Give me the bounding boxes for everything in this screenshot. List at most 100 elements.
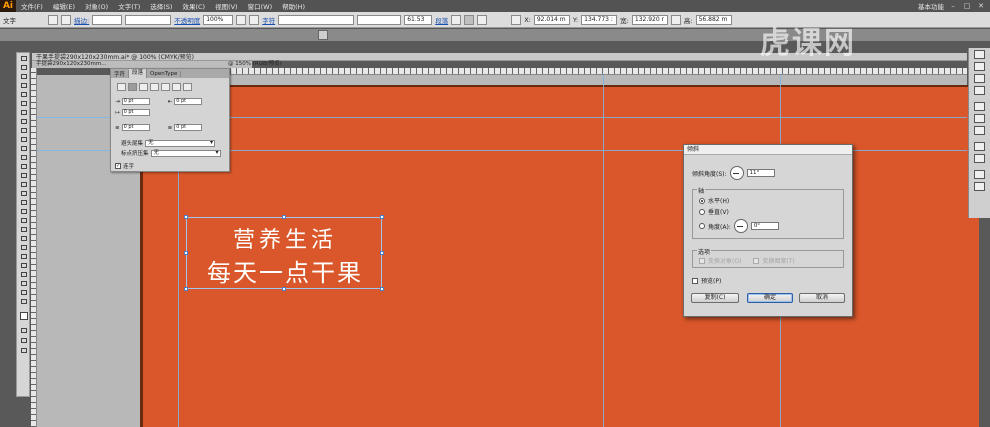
mojikumi-select[interactable]: 无	[150, 149, 221, 157]
free-transform-tool-icon[interactable]	[19, 190, 29, 198]
font-size-input[interactable]: 61.53	[404, 14, 433, 25]
gradient-panel-icon[interactable]	[974, 114, 985, 123]
eyedropper-tool-icon[interactable]	[19, 235, 29, 243]
justify-right-icon[interactable]	[172, 83, 181, 91]
justify-left-icon[interactable]	[150, 83, 159, 91]
close-icon[interactable]: ✕	[976, 2, 986, 11]
align-center-icon[interactable]	[464, 14, 475, 25]
menu-object[interactable]: 对象(O)	[80, 1, 113, 11]
stroke-width-input[interactable]	[92, 14, 123, 25]
selection-handle[interactable]	[184, 251, 188, 255]
ok-button[interactable]: 确定	[747, 293, 793, 303]
blob-brush-tool-icon[interactable]	[19, 145, 29, 153]
layers-panel-icon[interactable]	[974, 170, 985, 179]
stroke-profile-select[interactable]	[125, 14, 172, 25]
selection-handle[interactable]	[184, 215, 188, 219]
selection-tool-icon[interactable]	[19, 55, 29, 63]
artboard-subline[interactable]: 每天一点干果	[190, 253, 380, 288]
screen-mode-icon[interactable]	[19, 347, 29, 355]
selection-handle[interactable]	[282, 215, 286, 219]
zoom-tool-icon[interactable]	[19, 298, 29, 306]
axis-angle-radio[interactable]	[699, 223, 705, 229]
artboard-tool-icon[interactable]	[19, 271, 29, 279]
paintbrush-tool-icon[interactable]	[19, 127, 29, 135]
paragraph-link[interactable]: 段落	[435, 15, 448, 25]
hand-tool-icon[interactable]	[19, 289, 29, 297]
graphic-styles-panel-icon[interactable]	[974, 154, 985, 163]
direct-selection-tool-icon[interactable]	[19, 64, 29, 72]
workspace-switcher[interactable]: 基本功能	[918, 1, 944, 11]
document-tab[interactable]: 干果手提袋290x120x230mm.ai* @ 100% (CMYK/预览)	[32, 52, 198, 61]
style-icon[interactable]	[249, 14, 260, 25]
preview-checkbox[interactable]	[692, 277, 698, 284]
fill-stroke-icon[interactable]	[19, 311, 29, 323]
warp-tool-icon[interactable]	[19, 181, 29, 189]
transform-objects-checkbox[interactable]	[699, 257, 705, 264]
font-family-select[interactable]	[278, 14, 355, 25]
brushes-panel-icon[interactable]	[974, 74, 985, 83]
document-tab-secondary[interactable]: 手提袋290x120x230mm...	[32, 61, 252, 68]
menu-type[interactable]: 文字(T)	[113, 1, 145, 11]
right-indent-input[interactable]: 0 pt	[174, 98, 203, 105]
align-right-icon[interactable]	[139, 83, 148, 91]
recolor-icon[interactable]	[236, 14, 247, 25]
appearance-panel-icon[interactable]	[974, 142, 985, 151]
column-graph-tool-icon[interactable]	[19, 262, 29, 270]
maximize-icon[interactable]: □	[962, 2, 972, 11]
constrain-proportions-icon[interactable]	[670, 14, 681, 25]
align-right-icon[interactable]	[477, 14, 488, 25]
shear-angle-dial[interactable]	[729, 166, 744, 180]
line-tool-icon[interactable]	[19, 109, 29, 117]
selection-handle[interactable]	[380, 251, 384, 255]
arrange-icon[interactable]	[318, 30, 328, 40]
space-after-input[interactable]: 0 pt	[174, 124, 203, 131]
selection-handle[interactable]	[184, 287, 188, 291]
menu-file[interactable]: 文件(F)	[16, 1, 48, 11]
drawing-mode-icon[interactable]	[19, 337, 29, 345]
opacity-link[interactable]: 不透明度	[174, 15, 200, 25]
axis-angle-input[interactable]: 0°	[750, 222, 779, 230]
gradient-tool-icon[interactable]	[19, 226, 29, 234]
x-input[interactable]: 92.014 m	[533, 14, 570, 25]
y-input[interactable]: 134.773 :	[581, 14, 618, 25]
pencil-tool-icon[interactable]	[19, 136, 29, 144]
axis-vertical-radio[interactable]	[699, 208, 705, 215]
type-tool-icon[interactable]	[19, 100, 29, 108]
menu-view[interactable]: 视图(V)	[210, 1, 243, 11]
blend-tool-icon[interactable]	[19, 244, 29, 252]
tab-character[interactable]: 字符	[111, 69, 130, 78]
color-panel-icon[interactable]	[974, 50, 985, 59]
justify-center-icon[interactable]	[161, 83, 170, 91]
menu-window[interactable]: 窗口(W)	[243, 1, 278, 11]
fill-swatch[interactable]	[48, 14, 58, 25]
stroke-link[interactable]: 描边:	[74, 15, 89, 25]
stroke-panel-icon[interactable]	[974, 102, 985, 111]
shape-builder-tool-icon[interactable]	[19, 199, 29, 207]
axis-horizontal-radio[interactable]	[699, 197, 705, 204]
height-input[interactable]: 56.882 m	[695, 14, 732, 25]
justify-all-icon[interactable]	[183, 83, 192, 91]
eraser-tool-icon[interactable]	[19, 154, 29, 162]
width-input[interactable]: 132.920 r	[631, 14, 668, 25]
rotate-tool-icon[interactable]	[19, 163, 29, 171]
first-line-indent-input[interactable]: 0 pt	[121, 109, 150, 116]
color-mode-icon[interactable]	[19, 327, 29, 335]
lasso-tool-icon[interactable]	[19, 82, 29, 90]
kinsoku-select[interactable]: 无	[145, 139, 216, 147]
stroke-swatch[interactable]	[61, 14, 71, 25]
align-left-icon[interactable]	[117, 83, 126, 91]
menu-edit[interactable]: 编辑(E)	[48, 1, 80, 11]
copy-button[interactable]: 复制(C)	[691, 293, 739, 303]
hyphenation-checkbox[interactable]: ✓	[115, 163, 121, 169]
selection-handle[interactable]	[380, 287, 384, 291]
minimize-icon[interactable]: –	[948, 2, 958, 11]
perspective-grid-tool-icon[interactable]	[19, 208, 29, 216]
left-indent-input[interactable]: 0 pt	[121, 98, 150, 105]
swatches-panel-icon[interactable]	[974, 62, 985, 71]
reference-point-icon[interactable]	[511, 14, 522, 25]
cancel-button[interactable]: 取消	[799, 293, 845, 303]
space-before-input[interactable]: 0 pt	[121, 124, 150, 131]
opacity-input[interactable]: 100%	[203, 14, 234, 25]
rectangle-tool-icon[interactable]	[19, 118, 29, 126]
align-left-icon[interactable]	[451, 14, 462, 25]
